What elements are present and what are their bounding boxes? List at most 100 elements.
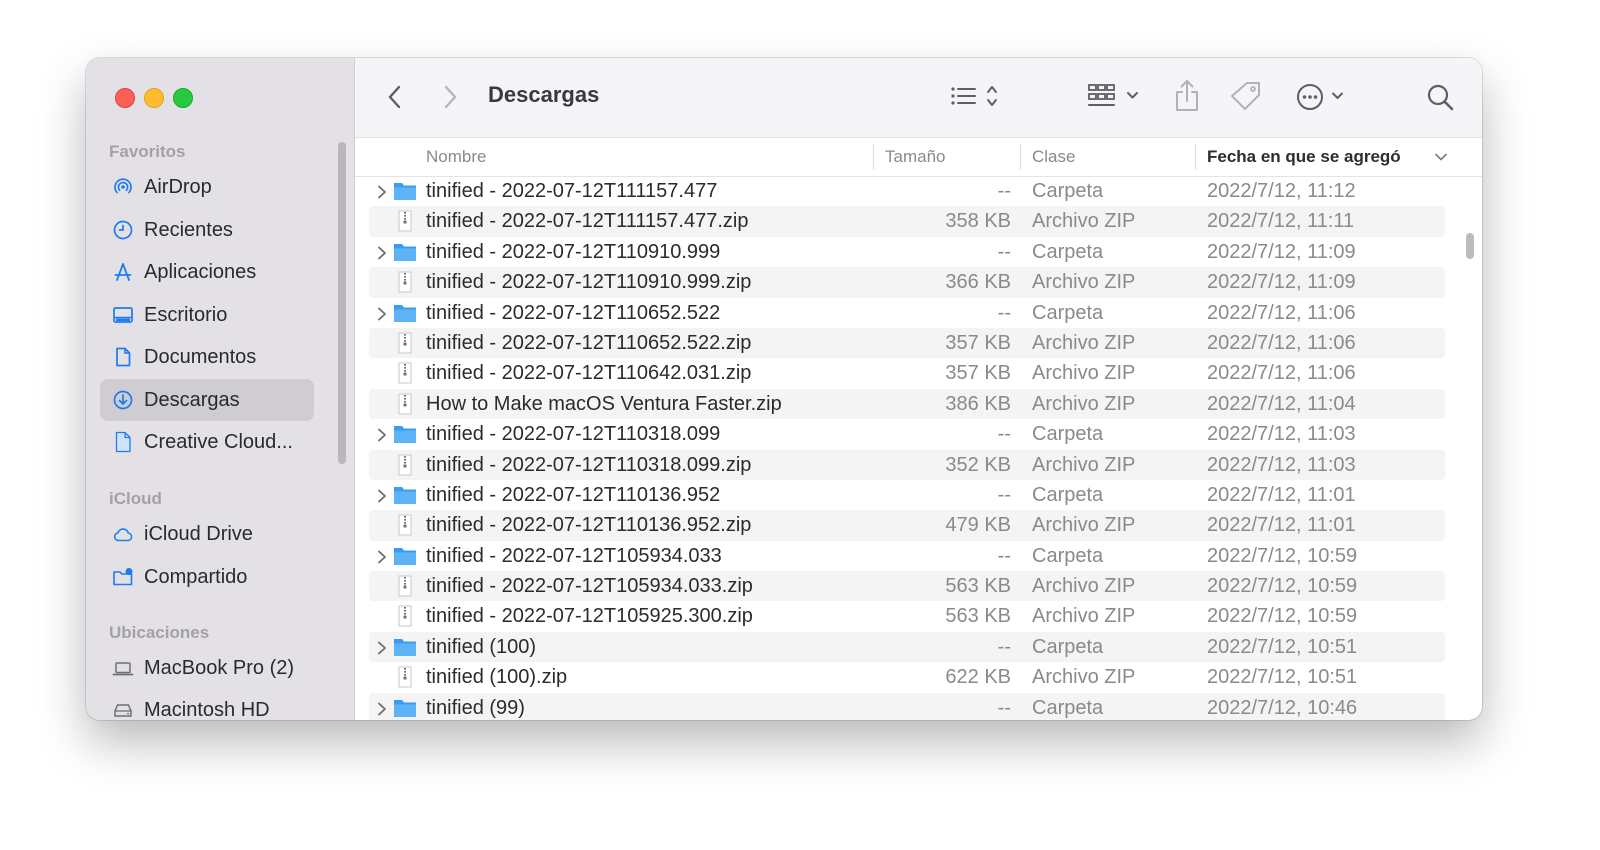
table-row[interactable]: tinified (100) -- Carpeta 2022/7/12, 10:51 [369, 631, 1445, 663]
sidebar-item-compartido[interactable]: Compartido [100, 556, 314, 598]
file-kind: Archivo ZIP [1032, 392, 1136, 415]
zip-file-icon [393, 605, 417, 627]
grid-icon [1088, 84, 1138, 106]
file-kind: Archivo ZIP [1032, 575, 1136, 598]
sidebar-item-creative-cloud[interactable]: Creative Cloud... [100, 421, 314, 463]
view-options-button[interactable] [949, 82, 1009, 112]
table-row[interactable]: tinified - 2022-07-12T111157.477.zip 358 … [369, 206, 1445, 237]
file-name: tinified - 2022-07-12T110136.952 [426, 483, 721, 506]
table-row[interactable]: tinified - 2022-07-12T110910.999 -- Carpet… [369, 237, 1445, 267]
close-button[interactable] [115, 88, 135, 108]
column-header: Nombre Tamaño Clase Fecha en que se agre… [355, 138, 1482, 177]
share-icon [1176, 80, 1198, 111]
table-row[interactable]: tinified - 2022-07-12T110652.522 -- Carpet… [369, 298, 1445, 328]
file-name: tinified (100) [426, 635, 537, 658]
column-size[interactable]: Tamaño [885, 138, 945, 176]
table-row[interactable]: tinified (99) -- Carpeta 2022/7/12, 10:46 [369, 692, 1445, 720]
column-kind[interactable]: Clase [1032, 138, 1075, 176]
table-row[interactable]: tinified - 2022-07-12T110318.099 -- Carpet… [369, 419, 1445, 449]
zip-file-icon [393, 332, 417, 354]
sidebar-scrollbar[interactable] [338, 142, 346, 464]
file-name: How to Make macOS Ventura Faster.zip [426, 392, 782, 415]
sidebar-item-recientes[interactable]: Recientes [100, 209, 314, 251]
file-kind: Carpeta [1032, 180, 1104, 202]
file-name: tinified - 2022-07-12T110652.522 [426, 301, 721, 324]
file-date-added: 2022/7/12, 11:09 [1207, 271, 1356, 294]
sidebar-item-airdrop[interactable]: AirDrop [100, 166, 314, 208]
table-row[interactable]: tinified - 2022-07-12T105925.300.zip 563 … [369, 601, 1445, 631]
share-button[interactable] [1171, 78, 1203, 114]
column-divider[interactable] [873, 144, 874, 170]
sidebar-item-macbook-pro[interactable]: MacBook Pro (2) [100, 647, 314, 689]
file-size: 357 KB [945, 362, 1011, 385]
minimize-button[interactable] [144, 88, 164, 108]
sidebar-item-label: Macintosh HD [144, 698, 270, 721]
disclosure-chevron-icon[interactable] [375, 700, 389, 716]
disk-icon [112, 699, 134, 720]
disclosure-chevron-icon[interactable] [375, 305, 389, 321]
sidebar-item-documentos[interactable]: Documentos [100, 336, 314, 378]
column-divider[interactable] [1020, 144, 1021, 170]
group-button[interactable] [1087, 82, 1143, 112]
more-actions-button[interactable] [1295, 82, 1351, 112]
table-row[interactable]: tinified - 2022-07-12T110910.999.zip 366 … [369, 267, 1445, 298]
file-list: tinified - 2022-07-12T111157.477 -- Carpet… [369, 176, 1445, 720]
zip-file-icon [393, 362, 417, 384]
zip-file-icon [393, 666, 417, 688]
table-row[interactable]: tinified (100).zip 622 KB Archivo ZIP 2022/… [369, 662, 1445, 692]
sidebar-item-descargas[interactable]: Descargas [100, 379, 314, 421]
disclosure-chevron-icon[interactable] [375, 487, 389, 503]
zoom-button[interactable] [173, 88, 193, 108]
column-name[interactable]: Nombre [426, 138, 486, 176]
file-date-added: 2022/7/12, 11:01 [1207, 514, 1356, 537]
file-size: -- [997, 240, 1011, 263]
folder-icon [393, 545, 417, 567]
airdrop-icon [112, 176, 134, 198]
sidebar-item-aplicaciones[interactable]: Aplicaciones [100, 251, 314, 293]
file-kind: Carpeta [1032, 301, 1104, 324]
zip-file-icon [393, 575, 417, 597]
forward-button[interactable] [435, 82, 465, 112]
file-kind: Archivo ZIP [1032, 210, 1136, 233]
file-date-added: 2022/7/12, 10:46 [1207, 696, 1358, 719]
file-size: -- [997, 301, 1011, 324]
disclosure-chevron-icon[interactable] [375, 426, 389, 442]
disclosure-chevron-icon[interactable] [375, 548, 389, 564]
sidebar-item-escritorio[interactable]: Escritorio [100, 294, 314, 336]
table-row[interactable]: tinified - 2022-07-12T110642.031.zip 357 … [369, 358, 1445, 388]
file-kind: Carpeta [1032, 696, 1104, 719]
file-date-added: 2022/7/12, 10:51 [1207, 666, 1358, 689]
file-size: -- [997, 483, 1011, 506]
tag-button[interactable] [1229, 80, 1263, 114]
table-row[interactable]: tinified - 2022-07-12T110652.522.zip 357 … [369, 327, 1445, 359]
table-row[interactable]: tinified - 2022-07-12T110136.952.zip 479 … [369, 510, 1445, 541]
table-row[interactable]: tinified - 2022-07-12T105934.033 -- Carpet… [369, 541, 1445, 571]
main-pane: Descargas Nombre Tamaño Clase Fecha en q… [355, 58, 1482, 720]
file-date-added: 2022/7/12, 10:59 [1207, 575, 1358, 598]
disclosure-chevron-icon[interactable] [375, 639, 389, 655]
sidebar-item-macintosh-hd[interactable]: Macintosh HD [100, 689, 314, 720]
file-kind: Archivo ZIP [1032, 362, 1136, 385]
search-button[interactable] [1425, 82, 1457, 114]
sort-chevron-icon[interactable] [1434, 152, 1448, 162]
disclosure-chevron-icon[interactable] [375, 244, 389, 260]
table-row[interactable]: tinified - 2022-07-12T105934.033.zip 563 … [369, 571, 1445, 602]
sidebar-section-icloud: iCloud [109, 489, 162, 508]
file-list-scrollbar[interactable] [1466, 233, 1474, 259]
finder-window: Favoritos AirDrop Recientes Aplicaciones… [86, 58, 1482, 720]
disclosure-chevron-icon[interactable] [375, 183, 389, 199]
table-row[interactable]: tinified - 2022-07-12T110318.099.zip 352 … [369, 449, 1445, 480]
zip-file-icon [393, 271, 417, 293]
sidebar-item-icloud-drive[interactable]: iCloud Drive [100, 513, 314, 555]
back-button[interactable] [381, 82, 411, 112]
table-row[interactable]: How to Make macOS Ventura Faster.zip 386 … [369, 388, 1445, 420]
column-date-added[interactable]: Fecha en que se agregó [1207, 138, 1401, 176]
sidebar-item-label: Creative Cloud... [144, 430, 293, 453]
file-name: tinified - 2022-07-12T105934.033.zip [426, 575, 753, 598]
table-row[interactable]: tinified - 2022-07-12T110136.952 -- Carpet… [369, 480, 1445, 510]
table-row[interactable]: tinified - 2022-07-12T111157.477 -- Carpet… [369, 176, 1445, 206]
chevron-left-icon [388, 85, 401, 109]
folder-icon [393, 484, 417, 506]
folder-icon [393, 636, 417, 658]
column-divider[interactable] [1195, 144, 1196, 170]
